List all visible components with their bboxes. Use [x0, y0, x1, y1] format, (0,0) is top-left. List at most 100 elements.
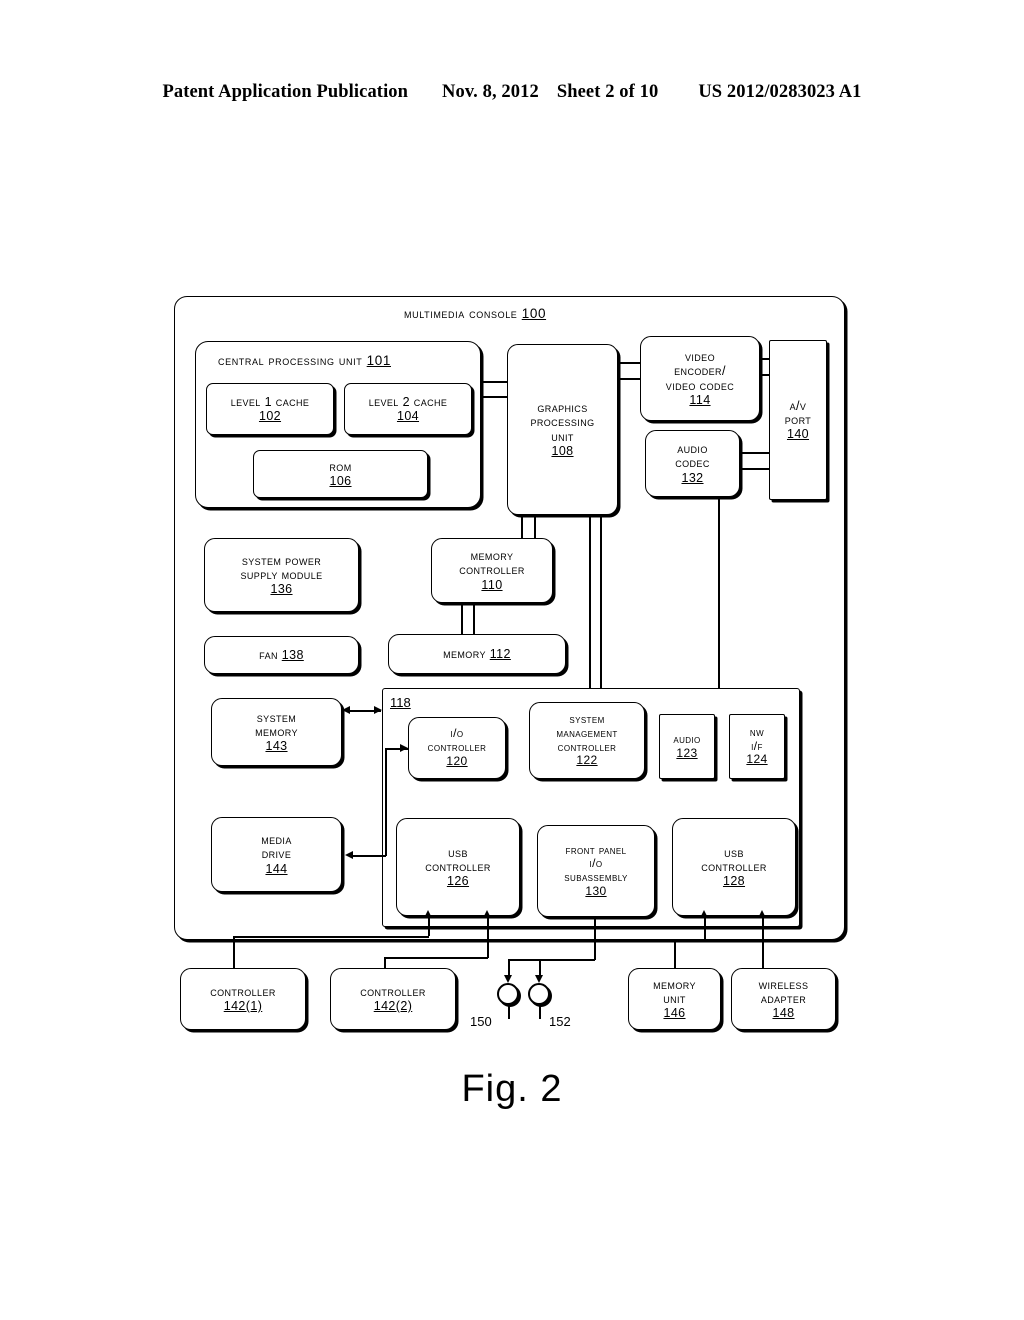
- level-1-cache-num: 102: [258, 409, 282, 423]
- av-port-num: 140: [786, 427, 810, 442]
- video-encoder-codec-box: Video Encoder/ Video Codec 114: [640, 336, 760, 421]
- av-port-line1: A/V: [789, 398, 807, 413]
- power-supply-line1: System Power: [241, 553, 322, 568]
- system-memory-line2: Memory: [255, 724, 298, 739]
- cpu-gpu-link-join: [481, 381, 483, 397]
- nw-if-num: 124: [746, 752, 768, 767]
- video-codec-line2: Encoder/: [674, 364, 726, 379]
- memunit-route-v1: [704, 918, 706, 940]
- io-controller-line1: I/O: [450, 726, 464, 741]
- gpu-label-line1: Graphics: [537, 401, 588, 415]
- level-2-cache-label: Level 2 Cache: [368, 394, 448, 409]
- memory-unit-num: 146: [663, 1006, 686, 1021]
- smc-line3: Controller: [557, 739, 617, 754]
- power-supply-num: 136: [270, 582, 293, 597]
- cpu-title-num: 101: [366, 353, 391, 368]
- ctrl1-route-h: [233, 936, 429, 938]
- usb-controller-126-box: USB Controller 126: [396, 818, 520, 916]
- gpu-memctrl-link-b: [534, 515, 536, 539]
- figure-caption: Fig. 2: [461, 1068, 563, 1110]
- controller2-num: 142(2): [373, 999, 413, 1013]
- power-supply-line2: Supply Module: [240, 567, 323, 582]
- system-memory-line1: System: [256, 710, 297, 725]
- media-drive-num: 144: [265, 861, 288, 876]
- node-152-circle: [528, 983, 550, 1005]
- io-controller-num: 120: [446, 753, 468, 768]
- front-panel-num: 130: [585, 883, 607, 898]
- io-controller-line2: Controller: [427, 740, 487, 755]
- audio-codec-line1: Audio: [677, 442, 708, 457]
- nw-if-line1: NW: [749, 724, 765, 739]
- frontpanel-route-v1: [594, 917, 596, 960]
- node-150-circle: [497, 983, 519, 1005]
- audio-codec-num: 132: [681, 470, 704, 485]
- controller-142-1-box: Controller 142(1): [180, 968, 306, 1030]
- media-drive-box: Media Drive 144: [211, 817, 342, 892]
- memory-num: 112: [489, 646, 511, 661]
- rom-label: ROM: [329, 459, 352, 474]
- level-2-cache-num: 104: [396, 409, 420, 423]
- video-codec-line3: Video Codec: [665, 378, 735, 393]
- usb126-line2: Controller: [425, 859, 491, 874]
- graphics-processing-unit-box: Graphics Processing Unit 108: [507, 344, 618, 515]
- gpu-num: 108: [551, 443, 574, 458]
- fan-text: Fan: [259, 647, 282, 662]
- memctrl-memory-link-a: [461, 603, 463, 634]
- iocontroller-mediadrive-h: [352, 855, 386, 857]
- smc-line2: Management: [556, 725, 618, 740]
- wireless-adapter-line2: Adapter: [760, 991, 807, 1006]
- gpu-video-codec-link-bottom: [618, 378, 640, 380]
- sysmem-bus-arrow-left: [342, 706, 350, 714]
- node152-arrow: [535, 975, 543, 983]
- node152-tail: [539, 1005, 541, 1019]
- ctrl1-route-v2: [233, 936, 235, 968]
- nw-if-line2: I/F: [751, 738, 763, 753]
- multimedia-console-title-num: 100: [521, 306, 547, 321]
- wireless-adapter-num: 148: [772, 1006, 795, 1021]
- io-controller-box: I/O Controller 120: [408, 717, 506, 779]
- multimedia-console-title-text: Multimedia Console: [404, 306, 522, 321]
- controller1-line1: Controller: [210, 984, 276, 999]
- wireless-adapter-box: Wireless Adapter 148: [731, 968, 836, 1030]
- front-panel-io-subassembly-box: Front Panel I/O Subassembly 130: [537, 825, 655, 917]
- memctrl-memory-link-b: [473, 603, 475, 634]
- multimedia-console-title: Multimedia Console 100: [404, 306, 546, 321]
- gpu-label-line2: Processing: [530, 415, 595, 430]
- front-panel-line2: I/O: [589, 856, 603, 871]
- usb128-line1: USB: [724, 845, 744, 860]
- nw-if-box: NW I/F 124: [729, 714, 785, 779]
- audio-codec-iobus-link: [718, 497, 720, 689]
- smc-num: 122: [576, 753, 598, 768]
- memory-controller-num: 110: [481, 577, 503, 592]
- controller1-num: 142(1): [223, 999, 263, 1013]
- memunit-route-v2: [674, 939, 676, 968]
- controller-142-2-box: Controller 142(2): [330, 968, 456, 1030]
- usb-controller-128-box: USB Controller 128: [672, 818, 796, 916]
- fan-box: Fan 138: [204, 636, 359, 674]
- cpu-gpu-link-top: [481, 381, 508, 383]
- media-drive-line1: Media: [261, 833, 292, 848]
- audio-line1: Audio: [673, 731, 701, 746]
- media-drive-line2: Drive: [261, 847, 292, 862]
- rom-box: ROM 106: [253, 450, 428, 498]
- audio-codec-line2: Codec: [675, 456, 710, 471]
- ctrl2-route-h: [384, 957, 488, 959]
- front-panel-line3: Subassembly: [564, 870, 628, 884]
- ctrl1-route-v1: [428, 918, 430, 936]
- smc-line1: System: [569, 712, 605, 727]
- memory-controller-line2: Controller: [459, 563, 525, 578]
- rom-num: 106: [329, 474, 352, 488]
- sysmem-bus-arrow-right: [374, 706, 382, 714]
- iocontroller-arrow: [400, 744, 408, 752]
- audio-num: 123: [676, 745, 698, 760]
- wireless-route-v: [762, 918, 764, 968]
- memunit-route-h: [674, 939, 705, 941]
- node-152-label: 152: [549, 1014, 571, 1029]
- level-2-cache-box: Level 2 Cache 104: [344, 383, 472, 435]
- system-memory-num: 143: [265, 739, 288, 754]
- memory-box: Memory 112: [388, 634, 566, 674]
- controller2-line1: Controller: [360, 984, 426, 999]
- usb126-line1: USB: [448, 845, 468, 860]
- level-1-cache-box: Level 1 Cache 102: [206, 383, 334, 435]
- io-bus-label-118: 118: [390, 695, 411, 710]
